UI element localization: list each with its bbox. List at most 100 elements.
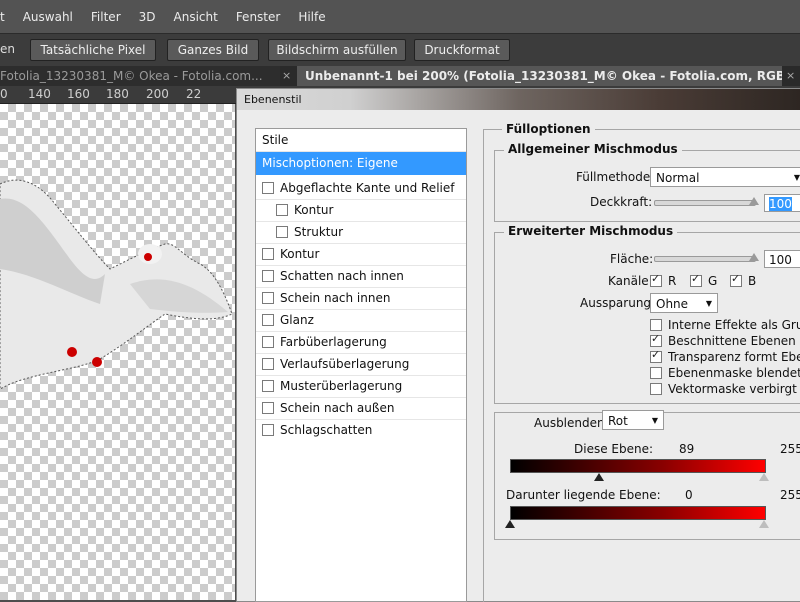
blend-mode-select[interactable]: Normal ▼ <box>650 167 800 187</box>
checkbox-icon[interactable] <box>650 318 662 331</box>
option-clipped-layers[interactable]: Beschnittene Ebenen als <box>650 332 800 348</box>
checkbox-icon[interactable] <box>262 379 274 392</box>
checkbox-icon[interactable] <box>262 335 274 348</box>
channel-r-checkbox[interactable]: R <box>650 272 676 288</box>
channels-label: Kanäle: <box>608 274 653 288</box>
ruler-tick: 160 <box>67 87 90 101</box>
underlying-high-value: 255 <box>780 488 800 502</box>
style-item-drop-shadow[interactable]: Schlagschatten <box>256 419 466 441</box>
style-item-inner-glow[interactable]: Schein nach innen <box>256 287 466 310</box>
fill-opacity-input[interactable]: 100 <box>764 250 800 268</box>
this-layer-gradient-bar[interactable] <box>510 459 766 473</box>
print-size-button[interactable]: Druckformat <box>414 39 510 61</box>
fill-screen-button[interactable]: Bildschirm ausfüllen <box>268 39 406 61</box>
menu-item-ansicht[interactable]: Ansicht <box>165 10 227 24</box>
this-layer-high-value: 255 <box>780 442 800 456</box>
fill-opacity-label: Fläche: <box>610 252 654 266</box>
menu-item-3d[interactable]: 3D <box>130 10 165 24</box>
style-item-gradient-overlay[interactable]: Verlaufsüberlagerung <box>256 353 466 376</box>
checkbox-checked-icon[interactable] <box>730 272 742 287</box>
document-tabs: Fotolia_13230381_M© Okea - Fotolia.com..… <box>0 66 800 86</box>
ruler-tick: 200 <box>146 87 169 101</box>
checkbox-icon[interactable] <box>262 357 274 370</box>
ruler-tick: 140 <box>28 87 51 101</box>
menu-item-hilfe[interactable]: Hilfe <box>289 10 334 24</box>
chevron-down-icon: ▼ <box>705 299 712 308</box>
style-item-inner-shadow[interactable]: Schatten nach innen <box>256 265 466 288</box>
style-item-color-overlay[interactable]: Farbüberlagerung <box>256 331 466 354</box>
checkbox-checked-icon[interactable] <box>690 272 702 287</box>
opacity-slider-thumb[interactable] <box>749 197 759 205</box>
blend-if-label: Ausblenden: <box>530 416 613 430</box>
fill-opacity-slider-thumb[interactable] <box>749 253 759 261</box>
this-layer-label: Diese Ebene: <box>574 442 654 456</box>
opacity-label: Deckkraft: <box>590 195 653 209</box>
underlying-high-slider-thumb[interactable] <box>759 520 769 528</box>
ruler-tick: 180 <box>106 87 129 101</box>
style-item-bevel-emboss[interactable]: Abgeflachte Kante und Relief <box>256 177 466 200</box>
style-item-texture[interactable]: Struktur <box>256 221 466 244</box>
checkbox-icon[interactable] <box>262 423 274 436</box>
blend-if-channel-select[interactable]: Rot ▼ <box>602 410 664 430</box>
option-transparency-shapes[interactable]: Transparenz formt Ebene <box>650 348 800 364</box>
this-layer-low-value: 89 <box>679 442 695 456</box>
style-item-blending-options[interactable]: Mischoptionen: Eigene <box>256 152 466 175</box>
option-internal-effects[interactable]: Interne Effekte als Grupp <box>650 318 800 332</box>
checkbox-checked-icon[interactable] <box>650 348 662 363</box>
checkbox-icon[interactable] <box>262 247 274 260</box>
dialog-title: Ebenenstil <box>244 93 302 106</box>
menu-item-fenster[interactable]: Fenster <box>227 10 290 24</box>
checkbox-icon[interactable] <box>262 313 274 326</box>
general-blending-title: Allgemeiner Mischmodus <box>504 142 682 156</box>
checkbox-icon[interactable] <box>262 401 274 414</box>
checkbox-icon[interactable] <box>650 366 662 379</box>
fit-screen-button[interactable]: Ganzes Bild <box>167 39 259 61</box>
opacity-input[interactable]: 100 <box>764 194 800 212</box>
option-vector-mask-hides[interactable]: Vektormaske verbirgt Eff <box>650 382 800 396</box>
style-item-outer-glow[interactable]: Schein nach außen <box>256 397 466 420</box>
styles-list: Stile Mischoptionen: Eigene Abgeflachte … <box>255 128 467 602</box>
opacity-slider[interactable] <box>654 200 756 206</box>
checkbox-icon[interactable] <box>262 181 274 194</box>
document-canvas[interactable] <box>0 104 235 600</box>
styles-list-header[interactable]: Stile <box>256 129 466 152</box>
blend-if-group <box>494 412 800 540</box>
channel-g-checkbox[interactable]: G <box>690 272 717 288</box>
fill-opacity-slider[interactable] <box>654 256 756 262</box>
actual-pixels-button[interactable]: Tatsächliche Pixel <box>30 39 156 61</box>
knockout-select[interactable]: Ohne ▼ <box>650 293 718 313</box>
underlying-low-slider-thumb[interactable] <box>505 520 515 528</box>
menu-item-partial[interactable]: t <box>0 10 14 24</box>
chevron-down-icon: ▼ <box>793 173 800 182</box>
checkbox-icon[interactable] <box>650 382 662 395</box>
underlying-layer-label: Darunter liegende Ebene: <box>506 488 661 502</box>
checkbox-icon[interactable] <box>276 203 288 216</box>
checkbox-checked-icon[interactable] <box>650 272 662 287</box>
checkbox-icon[interactable] <box>262 291 274 304</box>
tab-label: Fotolia_13230381_M© Okea - Fotolia.com..… <box>0 69 263 83</box>
options-bar: en Tatsächliche Pixel Ganzes Bild Bildsc… <box>0 33 800 67</box>
advanced-blending-title: Erweiterter Mischmodus <box>504 224 678 238</box>
dialog-title-bar[interactable]: Ebenenstil <box>237 89 800 110</box>
checkbox-icon[interactable] <box>262 269 274 282</box>
style-item-stroke[interactable]: Kontur <box>256 243 466 266</box>
close-icon[interactable]: × <box>282 66 291 86</box>
channel-b-checkbox[interactable]: B <box>730 272 756 288</box>
this-layer-high-slider-thumb[interactable] <box>759 473 769 481</box>
style-item-contour-sub[interactable]: Kontur <box>256 199 466 222</box>
tab-document-2[interactable]: Unbenannt-1 bei 200% (Fotolia_13230381_M… <box>297 66 782 86</box>
underlying-gradient-bar[interactable] <box>510 506 766 520</box>
tab-label: Unbenannt-1 bei 200% (Fotolia_13230381_M… <box>305 69 782 83</box>
style-item-satin[interactable]: Glanz <box>256 309 466 332</box>
tab-document-1[interactable]: Fotolia_13230381_M© Okea - Fotolia.com..… <box>0 66 280 86</box>
option-layer-mask-hides[interactable]: Ebenenmaske blendet Ef <box>650 366 800 380</box>
options-bar-lead-text: en <box>0 42 15 56</box>
menu-item-filter[interactable]: Filter <box>82 10 130 24</box>
style-item-pattern-overlay[interactable]: Musterüberlagerung <box>256 375 466 398</box>
checkbox-checked-icon[interactable] <box>650 332 662 347</box>
close-icon[interactable]: × <box>786 66 795 86</box>
checkbox-icon[interactable] <box>276 225 288 238</box>
menu-item-auswahl[interactable]: Auswahl <box>14 10 82 24</box>
this-layer-low-slider-thumb[interactable] <box>593 473 604 481</box>
knockout-label: Aussparung: <box>580 296 656 310</box>
